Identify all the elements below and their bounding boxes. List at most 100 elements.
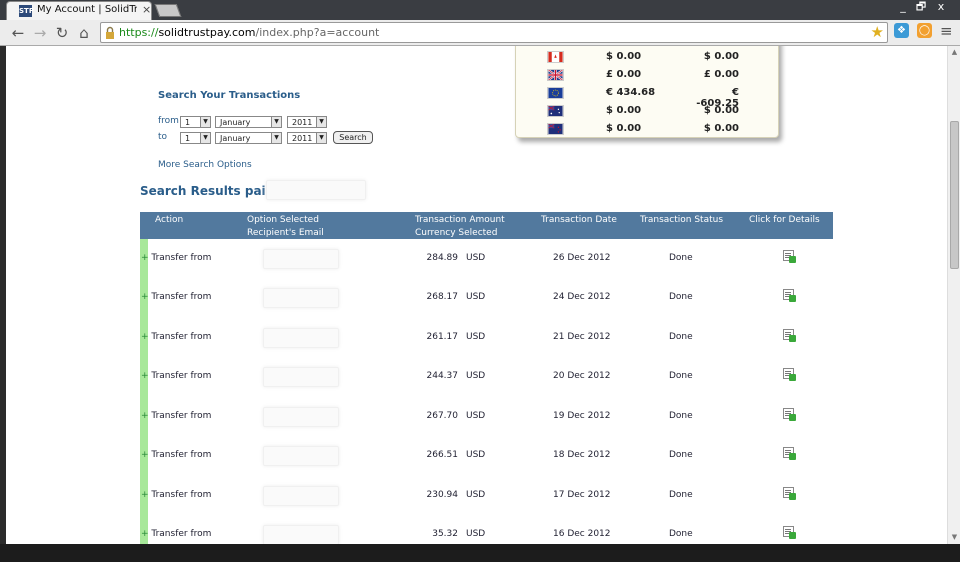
tab-title: My Account | SolidTrust P xyxy=(37,4,137,15)
date: 20 Dec 2012 xyxy=(553,371,611,381)
chevron-down-icon: ▼ xyxy=(200,117,210,127)
transfer-toggle[interactable]: + Transfer from xyxy=(141,490,211,500)
currency: USD xyxy=(466,332,486,342)
back-icon[interactable]: ← xyxy=(8,23,28,43)
browser-chrome: STP My Account | SolidTrust P × _ 🗗 x ← … xyxy=(0,0,960,46)
redacted-email xyxy=(263,367,339,387)
balance-row-gbp: £ 0.00 £ 0.00 xyxy=(516,67,780,85)
details-icon[interactable] xyxy=(783,329,796,342)
home-icon[interactable]: ⌂ xyxy=(74,23,94,43)
tab-close-icon[interactable]: × xyxy=(142,3,151,16)
bookmark-star-icon[interactable]: ★ xyxy=(871,23,884,41)
restore-button[interactable]: 🗗 xyxy=(910,0,932,15)
from-day-select[interactable]: 1 ▼ xyxy=(180,116,211,128)
reload-icon[interactable]: ↻ xyxy=(52,23,72,43)
table-row: + Transfer from 35.32 USD 16 Dec 2012 Do… xyxy=(140,515,833,544)
status: Done xyxy=(669,253,693,263)
close-window-button[interactable]: x xyxy=(930,0,952,15)
status: Done xyxy=(669,411,693,421)
transfer-toggle[interactable]: + Transfer from xyxy=(141,529,211,539)
currency: USD xyxy=(466,253,486,263)
results-table-header: Action Option Selected Recipient's Email… xyxy=(140,212,833,239)
balance-value: £ 0.00 xyxy=(606,69,642,80)
amount: 261.17 xyxy=(426,332,459,342)
browser-toolbar: ← → ↻ ⌂ https://solidtrustpay.com/index.… xyxy=(0,20,960,46)
balance-row-aud: $ 0.00 $ 0.00 xyxy=(516,103,780,121)
chevron-down-icon: ▼ xyxy=(316,133,326,143)
col-status: Transaction Status xyxy=(640,215,724,225)
table-row: + Transfer from 244.37 USD 20 Dec 2012 D… xyxy=(140,357,833,397)
table-row: + Transfer from 230.94 USD 17 Dec 2012 D… xyxy=(140,476,833,516)
currency: USD xyxy=(466,371,486,381)
forward-icon[interactable]: → xyxy=(30,23,50,43)
more-search-options-link[interactable]: More Search Options xyxy=(158,160,252,170)
transfer-toggle[interactable]: + Transfer from xyxy=(141,253,211,263)
details-icon[interactable] xyxy=(783,487,796,500)
currency: USD xyxy=(466,490,486,500)
window-bottom-edge xyxy=(0,544,960,562)
amount: 267.70 xyxy=(426,411,459,421)
address-bar[interactable]: https://solidtrustpay.com/index.php?a=ac… xyxy=(100,22,888,43)
browser-tab[interactable]: STP My Account | SolidTrust P × xyxy=(6,1,152,20)
balance-value: $ 0.00 xyxy=(606,123,642,134)
balance-value: $ 0.00 xyxy=(606,51,642,62)
extension-icon[interactable]: ❖ xyxy=(894,23,909,38)
scroll-up-icon[interactable]: ▲ xyxy=(950,48,959,57)
redacted-email xyxy=(263,407,339,427)
balance-panel: $ 0.00 $ 0.00 £ 0.00 £ 0.00 € 434.68 € -… xyxy=(515,46,779,138)
details-icon[interactable] xyxy=(783,250,796,263)
from-label: from xyxy=(158,116,179,126)
status: Done xyxy=(669,490,693,500)
col-date: Transaction Date xyxy=(541,215,617,225)
amount: 268.17 xyxy=(426,292,459,302)
to-month-select[interactable]: January ▼ xyxy=(215,132,282,144)
status: Done xyxy=(669,292,693,302)
amount: 284.89 xyxy=(426,253,459,263)
menu-icon[interactable]: ≡ xyxy=(940,22,954,40)
redacted-email xyxy=(263,328,339,348)
amount: 244.37 xyxy=(426,371,459,381)
australia-flag-icon xyxy=(547,105,564,117)
chevron-down-icon: ▼ xyxy=(271,117,281,127)
redacted-email xyxy=(263,249,339,269)
currency: USD xyxy=(466,450,486,460)
lock-icon xyxy=(106,26,114,39)
transfer-toggle[interactable]: + Transfer from xyxy=(141,411,211,421)
date: 21 Dec 2012 xyxy=(553,332,611,342)
scrollbar-thumb[interactable] xyxy=(950,121,959,269)
balance-row-cad: $ 0.00 $ 0.00 xyxy=(516,49,780,67)
scroll-down-icon[interactable]: ▼ xyxy=(950,533,959,542)
canada-flag-icon xyxy=(547,51,564,63)
details-icon[interactable] xyxy=(783,408,796,421)
details-icon[interactable] xyxy=(783,526,796,539)
transfer-toggle[interactable]: + Transfer from xyxy=(141,371,211,381)
details-icon[interactable] xyxy=(783,368,796,381)
table-row: + Transfer from 268.17 USD 24 Dec 2012 D… xyxy=(140,278,833,318)
new-tab-button[interactable] xyxy=(154,4,182,17)
vertical-scrollbar[interactable]: ▲ ▼ xyxy=(947,46,960,544)
to-year-select[interactable]: 2011 ▼ xyxy=(287,132,327,144)
eu-flag-icon xyxy=(547,87,564,99)
date: 17 Dec 2012 xyxy=(553,490,611,500)
to-day-select[interactable]: 1 ▼ xyxy=(180,132,211,144)
date: 18 Dec 2012 xyxy=(553,450,611,460)
date: 16 Dec 2012 xyxy=(553,529,611,539)
extension-icon-2[interactable]: ◯ xyxy=(917,23,932,38)
balance-row-eur: € 434.68 € -609.25 xyxy=(516,85,780,109)
col-option-selected: Option Selected xyxy=(247,215,319,225)
transfer-toggle[interactable]: + Transfer from xyxy=(141,450,211,460)
status: Done xyxy=(669,371,693,381)
to-label: to xyxy=(158,132,168,142)
url-text: https://solidtrustpay.com/index.php?a=ac… xyxy=(119,26,380,39)
chevron-down-icon: ▼ xyxy=(200,133,210,143)
tab-favicon: STP xyxy=(19,5,34,17)
search-button[interactable]: Search xyxy=(333,131,373,144)
date: 26 Dec 2012 xyxy=(553,253,611,263)
from-year-select[interactable]: 2011 ▼ xyxy=(287,116,327,128)
from-month-select[interactable]: January ▼ xyxy=(215,116,282,128)
details-icon[interactable] xyxy=(783,447,796,460)
amount: 266.51 xyxy=(426,450,459,460)
details-icon[interactable] xyxy=(783,289,796,302)
transfer-toggle[interactable]: + Transfer from xyxy=(141,332,211,342)
transfer-toggle[interactable]: + Transfer from xyxy=(141,292,211,302)
